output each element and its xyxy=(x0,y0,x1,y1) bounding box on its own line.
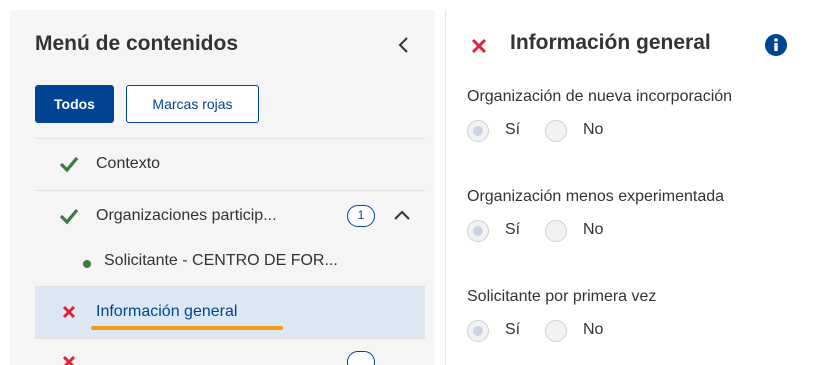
radio-group: Sí No xyxy=(467,320,656,348)
field-label: Solicitante por primera vez xyxy=(467,288,657,305)
menu-item-contexto[interactable]: Contexto xyxy=(35,138,425,190)
radio-group: Sí No xyxy=(467,220,724,248)
sidebar-header: Menú de contenidos xyxy=(35,32,415,62)
radio-no[interactable] xyxy=(545,320,567,342)
radio-si[interactable] xyxy=(467,320,489,342)
count-badge xyxy=(347,351,375,365)
radio-no[interactable] xyxy=(545,120,567,142)
content-menu-sidebar: Menú de contenidos Todos Marcas rojas Con… xyxy=(10,10,435,365)
filter-all-button[interactable]: Todos xyxy=(35,85,114,123)
menu-item-label: Contexto xyxy=(96,155,161,172)
menu-item-label: Solicitante - CENTRO DE FOR... xyxy=(104,252,338,269)
section-title: Información general xyxy=(510,31,711,54)
status-dot xyxy=(83,260,91,268)
field-primera-vez: Solicitante por primera vez Sí No xyxy=(467,288,656,348)
radio-si[interactable] xyxy=(467,120,489,142)
close-icon xyxy=(62,305,76,319)
menu-item-next[interactable] xyxy=(35,338,425,365)
menu-item-solicitante[interactable]: Solicitante - CENTRO DE FOR... xyxy=(35,242,425,286)
chevron-left-icon[interactable] xyxy=(393,34,415,56)
field-label: Organización menos experimentada xyxy=(467,188,725,205)
field-label: Organización de nueva incorporación xyxy=(467,88,733,105)
chevron-up-icon[interactable] xyxy=(392,206,412,226)
radio-label-si: Sí xyxy=(505,121,521,138)
field-menos-experimentada: Organización menos experimentada Sí No xyxy=(467,188,724,248)
field-nueva-incorporacion: Organización de nueva incorporación Sí N… xyxy=(467,88,732,148)
menu-item-label: Organizaciones particip... xyxy=(96,207,277,224)
menu-items: Contexto Organizaciones particip... 1 So… xyxy=(35,138,425,365)
menu-item-label: Información general xyxy=(96,303,238,320)
radio-label-si: Sí xyxy=(505,321,521,338)
check-icon xyxy=(59,156,79,173)
menu-item-organizaciones[interactable]: Organizaciones particip... 1 xyxy=(35,190,425,242)
check-icon xyxy=(59,208,79,225)
sidebar-title: Menú de contenidos xyxy=(35,32,239,55)
info-icon[interactable] xyxy=(764,33,788,57)
radio-label-si: Sí xyxy=(505,221,521,238)
radio-group: Sí No xyxy=(467,120,732,148)
radio-label-no: No xyxy=(583,121,604,138)
general-info-panel: Información general Organización de nuev… xyxy=(446,10,824,365)
highlight-underline xyxy=(91,326,283,330)
count-badge: 1 xyxy=(347,205,375,227)
radio-si[interactable] xyxy=(467,220,489,242)
menu-item-informacion-general[interactable]: Información general xyxy=(35,286,425,338)
close-icon xyxy=(62,355,76,365)
radio-no[interactable] xyxy=(545,220,567,242)
filter-red-marks-button[interactable]: Marcas rojas xyxy=(126,85,259,123)
radio-label-no: No xyxy=(583,321,604,338)
close-icon xyxy=(471,38,487,54)
filter-buttons: Todos Marcas rojas xyxy=(35,85,259,123)
radio-label-no: No xyxy=(583,221,604,238)
window-edge xyxy=(0,0,10,365)
